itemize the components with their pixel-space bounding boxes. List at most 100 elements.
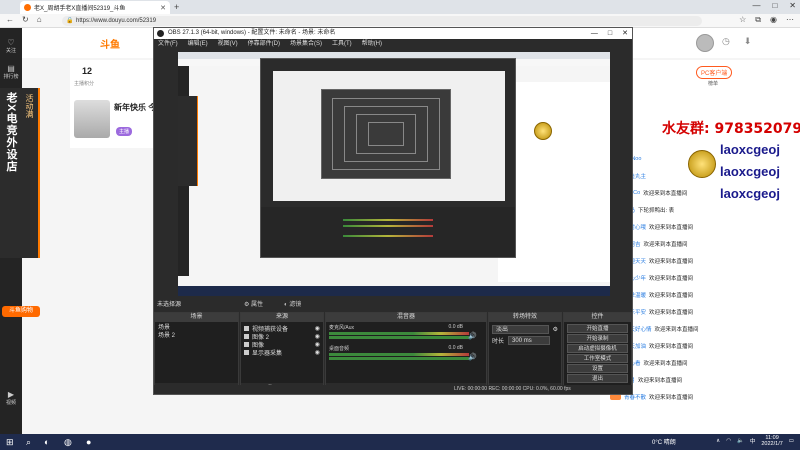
mixer-channel: 麦克风/Aux 0.0 dB 🔊 xyxy=(329,324,483,344)
ime-indicator[interactable]: 中 xyxy=(750,437,756,445)
streamer-badge: 主播 xyxy=(116,127,133,136)
speaker-icon[interactable]: 🔊 xyxy=(468,353,477,361)
profile-icon[interactable]: ◉ xyxy=(770,15,777,25)
settings-button[interactable]: 设置 xyxy=(567,364,628,373)
favorites-icon[interactable]: ☆ xyxy=(739,15,746,25)
duration-label: 时长 xyxy=(492,339,505,345)
menu-scene-collection[interactable]: 场景集合(S) xyxy=(290,39,322,50)
weather-widget[interactable]: 0°C 晴朗 xyxy=(652,437,676,446)
download-icon: ⬇ xyxy=(743,36,752,46)
douyu-logo[interactable]: 斗鱼 xyxy=(100,36,120,51)
duration-input[interactable]: 300 ms xyxy=(508,336,551,345)
menu-tools[interactable]: 工具(T) xyxy=(332,39,352,50)
scene-item[interactable]: 场景 xyxy=(158,324,235,332)
fish-shop-button[interactable]: 斗鱼购物 xyxy=(2,306,40,317)
start-streaming-button[interactable]: 开始直播 xyxy=(567,324,628,333)
watermark-id-3: laoxcgeoj xyxy=(720,186,780,201)
preview-nested-screen xyxy=(178,52,610,296)
tray-chevron-icon[interactable]: ∧ xyxy=(716,438,720,444)
obs-taskbar-icon[interactable]: ● xyxy=(86,437,91,447)
poster-text: 老X电竞外设店 xyxy=(5,92,17,173)
volume-icon[interactable]: 🔈 xyxy=(737,438,744,444)
nav-follow[interactable]: ♡ 关注 xyxy=(0,38,22,54)
back-icon[interactable]: ← xyxy=(6,15,14,24)
system-tray: ∧ ◠ 🔈 中 11:09 2022/1/7 ▭ xyxy=(716,435,794,447)
obs-titlebar: OBS 27.1.3 (64-bit, windows) - 配置文件: 未命名… xyxy=(154,28,632,39)
address-bar[interactable]: 🔒 https://www.douyu.com/52319 xyxy=(62,16,702,26)
mixer-channel-db: 0.0 dB xyxy=(448,345,463,351)
collections-icon[interactable]: ⧉ xyxy=(755,15,761,25)
more-icon[interactable]: ⋯ xyxy=(786,15,794,25)
obs-minimize-button[interactable]: — xyxy=(591,28,598,39)
obs-preview[interactable] xyxy=(178,52,610,296)
volume-slider[interactable] xyxy=(329,357,469,360)
image-icon xyxy=(244,333,249,339)
transition-select[interactable]: 淡出 xyxy=(492,325,549,334)
eye-icon[interactable]: ◉ xyxy=(315,325,320,332)
obs-close-button[interactable]: ✕ xyxy=(622,28,628,39)
camera-icon xyxy=(244,325,249,331)
menu-help[interactable]: 帮助(H) xyxy=(362,39,382,50)
controls-dock: 控件 开始直播 开始录制 启动虚拟摄像机 工作室模式 设置 退出 xyxy=(563,312,632,394)
notification-icon[interactable]: ▭ xyxy=(789,438,794,444)
ranking-icon: ▤ xyxy=(7,64,15,73)
source-item[interactable]: 显示器采集 ◉ xyxy=(244,348,320,357)
home-icon[interactable]: ⌂ xyxy=(37,15,42,24)
eye-icon[interactable]: ◉ xyxy=(315,333,320,340)
pc-client-button[interactable]: PC客户端 xyxy=(696,66,733,79)
scene-item[interactable]: 场景 2 xyxy=(158,332,235,340)
maximize-button[interactable]: □ xyxy=(772,1,777,10)
exit-button[interactable]: 退出 xyxy=(567,374,628,383)
refresh-icon[interactable]: ↻ xyxy=(22,15,29,24)
windows-start-icon[interactable]: ⊞ xyxy=(6,437,14,448)
streamer-card[interactable]: 新年快乐 今 主播 xyxy=(70,98,156,148)
mixer-channel-db: 0.0 dB xyxy=(448,324,463,330)
edge-icon[interactable]: ◍ xyxy=(64,437,72,448)
volume-slider[interactable] xyxy=(329,336,469,339)
header-download[interactable]: ⬇ xyxy=(744,36,752,47)
nav-ranking[interactable]: ▤ 排行榜 xyxy=(0,64,22,80)
close-window-button[interactable]: ✕ xyxy=(789,1,796,10)
menu-view[interactable]: 视图(V) xyxy=(218,39,238,50)
close-tab-icon[interactable]: ✕ xyxy=(160,4,166,12)
watermark-id-1: laoxcgeoj xyxy=(720,142,780,157)
stats-label: 主播积分 xyxy=(74,81,95,87)
no-source-selected: 未选择源 xyxy=(157,302,182,308)
transition-settings-icon[interactable]: ⚙ xyxy=(553,326,558,333)
obs-maximize-button[interactable]: □ xyxy=(608,28,612,39)
network-icon[interactable]: ◠ xyxy=(726,438,731,444)
mixer-dock-title: 混音器 xyxy=(326,313,486,322)
studio-mode-button[interactable]: 工作室模式 xyxy=(567,354,628,363)
search-icon[interactable]: ⌕ xyxy=(26,437,31,448)
controls-dock-title: 控件 xyxy=(564,313,631,322)
menu-file[interactable]: 文件(F) xyxy=(158,39,178,50)
minimize-button[interactable]: — xyxy=(752,1,760,10)
obs-title: OBS 27.1.3 (64-bit, windows) - 配置文件: 未命名… xyxy=(168,30,336,36)
header-history[interactable]: ◷ xyxy=(722,36,730,47)
streamer-avatar xyxy=(74,100,110,138)
window-controls: — □ ✕ xyxy=(752,1,796,10)
user-avatar[interactable] xyxy=(696,34,714,52)
start-recording-button[interactable]: 开始录制 xyxy=(567,334,628,343)
transitions-dock-title: 转场特效 xyxy=(489,313,561,322)
menu-edit[interactable]: 编辑(E) xyxy=(188,39,208,50)
menu-docks[interactable]: 停靠部件(D) xyxy=(248,39,280,50)
steam-icon[interactable]: ◐ xyxy=(44,437,49,447)
sources-dock: 来源 视频捕获设备◉ 图像 2◉ 图像◉ 显示器采集◉ + − ⚙ ∧ ∨ xyxy=(240,312,324,394)
store-poster[interactable]: 老X电竞外设店 活动满 斗鱼购物 xyxy=(0,88,40,317)
new-tab-button[interactable]: + xyxy=(174,2,179,12)
speaker-icon[interactable]: 🔊 xyxy=(468,332,477,340)
scenes-dock: 场景 场景 场景 2 + − ∧ ∨ xyxy=(154,312,239,394)
filters-button[interactable]: ⚙ 属性 xyxy=(244,300,263,310)
eye-icon[interactable]: ◉ xyxy=(315,349,320,356)
start-virtual-camera-button[interactable]: 启动虚拟摄像机 xyxy=(567,344,628,353)
nav-video[interactable]: ▶ 视频 xyxy=(0,390,22,406)
browser-tab[interactable]: 老X_周胡手老X直播间52319_斗鱼 ✕ xyxy=(20,1,170,14)
clock[interactable]: 11:09 2022/1/7 xyxy=(761,435,782,447)
obs-logo-icon xyxy=(157,30,164,37)
properties-button[interactable]: ◐ 滤镜 xyxy=(284,300,301,310)
mixer-channel: 桌面音频 0.0 dB 🔊 xyxy=(329,345,483,365)
poster-subtext: 活动满 xyxy=(25,94,34,118)
heart-icon: ♡ xyxy=(7,38,15,47)
eye-icon[interactable]: ◉ xyxy=(315,341,320,348)
